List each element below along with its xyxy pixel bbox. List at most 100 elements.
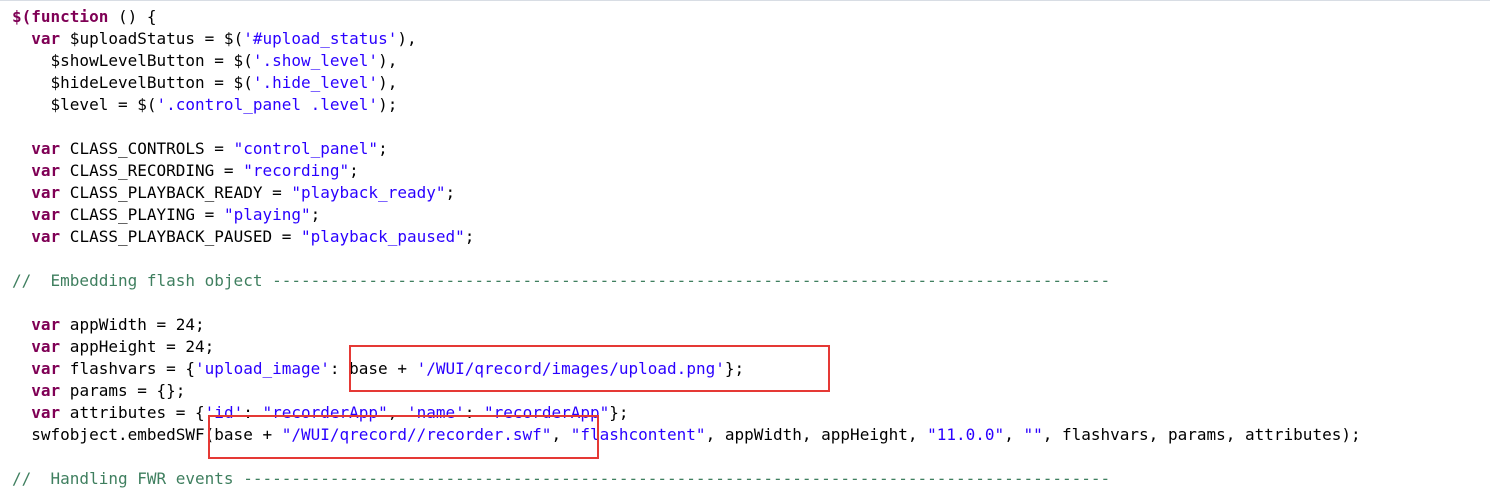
code-text: ,	[551, 425, 571, 444]
code-string: 'name'	[406, 403, 465, 422]
code-line[interactable]: swfobject.embedSWF(base + "/WUI/qrecord/…	[12, 424, 1361, 446]
code-text: :	[243, 403, 263, 422]
code-string: "recorderApp"	[484, 403, 610, 422]
code-text: ,	[387, 403, 407, 422]
code-string: "playback_ready"	[291, 183, 446, 202]
code-keyword: var	[31, 161, 61, 180]
code-line[interactable]: var CLASS_RECORDING = "recording";	[12, 160, 1361, 182]
code-line[interactable]	[12, 446, 1361, 468]
code-text: $uploadStatus = $(	[60, 29, 244, 48]
code-line[interactable]: var CLASS_PLAYBACK_READY = "playback_rea…	[12, 182, 1361, 204]
code-text: );	[378, 95, 398, 114]
code-area[interactable]: $(function () { var $uploadStatus = $('#…	[12, 6, 1361, 490]
code-text: CLASS_PLAYBACK_PAUSED =	[60, 227, 301, 246]
code-text: , flashvars, params, attributes);	[1042, 425, 1361, 444]
code-text: ;	[349, 161, 359, 180]
code-text: ),	[378, 51, 398, 70]
code-string: '.show_level'	[252, 51, 379, 70]
code-line[interactable]: $(function () {	[12, 6, 1361, 28]
code-line[interactable]	[12, 248, 1361, 270]
code-string: "flashcontent"	[570, 425, 706, 444]
code-string: 'id'	[204, 403, 244, 422]
code-text: flashvars = {	[60, 359, 196, 378]
code-keyword: var	[31, 315, 61, 334]
code-keyword: function	[31, 7, 109, 26]
code-text: swfobject.embedSWF(base +	[12, 425, 282, 444]
code-string: '.hide_level'	[252, 73, 379, 92]
code-line[interactable]: var CLASS_PLAYING = "playing";	[12, 204, 1361, 226]
code-line[interactable]: // Embedding flash object --------------…	[12, 270, 1361, 292]
code-comment: // Embedding flash object --------------…	[12, 271, 1111, 290]
code-line[interactable]: var CLASS_CONTROLS = "control_panel";	[12, 138, 1361, 160]
code-line[interactable]: var appWidth = 24;	[12, 314, 1361, 336]
code-string: '/WUI/qrecord/images/upload.png'	[416, 359, 725, 378]
code-keyword: var	[31, 359, 61, 378]
code-string: 'upload_image'	[195, 359, 330, 378]
code-line[interactable]: $showLevelButton = $('.show_level'),	[12, 50, 1361, 72]
code-string: "control_panel"	[233, 139, 379, 158]
code-editor[interactable]: $(function () { var $uploadStatus = $('#…	[0, 0, 1490, 500]
code-line[interactable]: $hideLevelButton = $('.hide_level'),	[12, 72, 1361, 94]
code-text: CLASS_PLAYBACK_READY =	[60, 183, 292, 202]
code-text: CLASS_RECORDING =	[60, 161, 244, 180]
code-string: "11.0.0"	[927, 425, 1005, 444]
code-line[interactable]	[12, 116, 1361, 138]
code-line[interactable]: $level = $('.control_panel .level');	[12, 94, 1361, 116]
code-comment: // Handling FWR events -----------------…	[12, 469, 1111, 488]
code-text: };	[724, 359, 745, 378]
code-keyword: var	[31, 139, 61, 158]
code-keyword: var	[31, 29, 61, 48]
code-string: "/WUI/qrecord//recorder.swf"	[281, 425, 552, 444]
code-line[interactable]: var CLASS_PLAYBACK_PAUSED = "playback_pa…	[12, 226, 1361, 248]
code-text: appWidth = 24;	[60, 315, 205, 334]
code-string: "recording"	[243, 161, 350, 180]
code-text: };	[609, 403, 629, 422]
code-line[interactable]: // Handling FWR events -----------------…	[12, 468, 1361, 490]
code-text: ;	[378, 139, 388, 158]
code-text: , appWidth, appHeight,	[705, 425, 928, 444]
code-keyword: var	[31, 403, 61, 422]
code-string: '#upload_status'	[243, 29, 398, 48]
code-text: ;	[445, 183, 456, 202]
code-line[interactable]: var attributes = {'id': "recorderApp", '…	[12, 402, 1361, 424]
code-text: attributes = {	[60, 403, 205, 422]
code-line[interactable]	[12, 292, 1361, 314]
code-text: : base +	[329, 359, 417, 378]
code-keyword: var	[31, 337, 61, 356]
code-keyword: var	[31, 205, 61, 224]
code-text: CLASS_PLAYING =	[60, 205, 224, 224]
code-line[interactable]: var $uploadStatus = $('#upload_status'),	[12, 28, 1361, 50]
code-keyword: var	[31, 227, 61, 246]
code-keyword: var	[31, 183, 61, 202]
code-text: $hideLevelButton = $(	[12, 73, 253, 92]
code-text: ;	[464, 227, 475, 246]
code-text: $level = $(	[12, 95, 157, 114]
code-text: ,	[1004, 425, 1024, 444]
code-keyword: $(	[12, 7, 32, 26]
code-line[interactable]: var params = {};	[12, 380, 1361, 402]
code-string: "recorderApp"	[262, 403, 388, 422]
code-keyword: var	[31, 381, 61, 400]
code-text: $showLevelButton = $(	[12, 51, 253, 70]
code-text: CLASS_CONTROLS =	[60, 139, 234, 158]
code-string: '.control_panel .level'	[156, 95, 379, 114]
code-line[interactable]: var appHeight = 24;	[12, 336, 1361, 358]
code-string: ""	[1023, 425, 1043, 444]
code-text: ;	[310, 205, 321, 224]
code-string: "playing"	[223, 205, 311, 224]
code-text: params = {};	[60, 381, 186, 400]
code-line[interactable]: var flashvars = {'upload_image': base + …	[12, 358, 1361, 380]
code-text: :	[464, 403, 485, 422]
code-text: ),	[397, 29, 417, 48]
code-text: () {	[108, 7, 157, 26]
